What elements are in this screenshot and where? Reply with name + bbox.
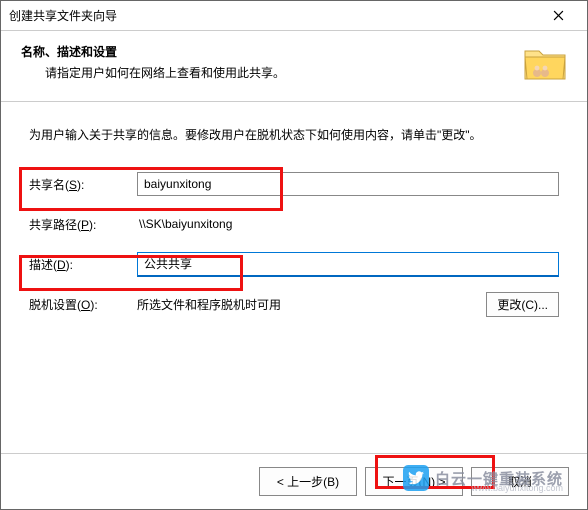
shared-folder-icon: [523, 43, 567, 83]
row-offline: 脱机设置(O): 所选文件和程序脱机时可用 更改(C)...: [29, 291, 559, 317]
window-title: 创建共享文件夹向导: [9, 7, 537, 24]
wizard-header: 名称、描述和设置 请指定用户如何在网络上查看和使用此共享。: [1, 31, 587, 102]
close-icon: [553, 10, 564, 21]
share-name-label: 共享名(S):: [29, 176, 137, 193]
next-button[interactable]: 下一页(N) >: [365, 467, 463, 496]
row-description: 描述(D):: [29, 251, 559, 277]
wizard-window: 创建共享文件夹向导 名称、描述和设置 请指定用户如何在网络上查看和使用此共享。 …: [0, 0, 588, 510]
wizard-footer: < 上一步(B) 下一页(N) > 取消: [1, 453, 587, 509]
description-label: 描述(D):: [29, 256, 137, 273]
description-input[interactable]: [137, 252, 559, 277]
header-subtitle: 请指定用户如何在网络上查看和使用此共享。: [21, 64, 523, 81]
row-share-name: 共享名(S):: [29, 171, 559, 197]
wizard-body: 为用户输入关于共享的信息。要修改用户在脱机状态下如何使用内容，请单击"更改"。 …: [1, 102, 587, 341]
offline-label: 脱机设置(O):: [29, 296, 137, 313]
titlebar: 创建共享文件夹向导: [1, 1, 587, 31]
share-path-label: 共享路径(P):: [29, 216, 137, 233]
back-button[interactable]: < 上一步(B): [259, 467, 357, 496]
instruction-text: 为用户输入关于共享的信息。要修改用户在脱机状态下如何使用内容，请单击"更改"。: [29, 126, 559, 143]
row-share-path: 共享路径(P): \\SK\baiyunxitong: [29, 211, 559, 237]
share-name-input[interactable]: [137, 172, 559, 196]
header-title: 名称、描述和设置: [21, 43, 523, 60]
share-path-value: \\SK\baiyunxitong: [137, 213, 559, 235]
cancel-button[interactable]: 取消: [471, 467, 569, 496]
change-button[interactable]: 更改(C)...: [486, 292, 559, 317]
offline-value: 所选文件和程序脱机时可用: [137, 296, 478, 313]
close-button[interactable]: [537, 2, 579, 30]
